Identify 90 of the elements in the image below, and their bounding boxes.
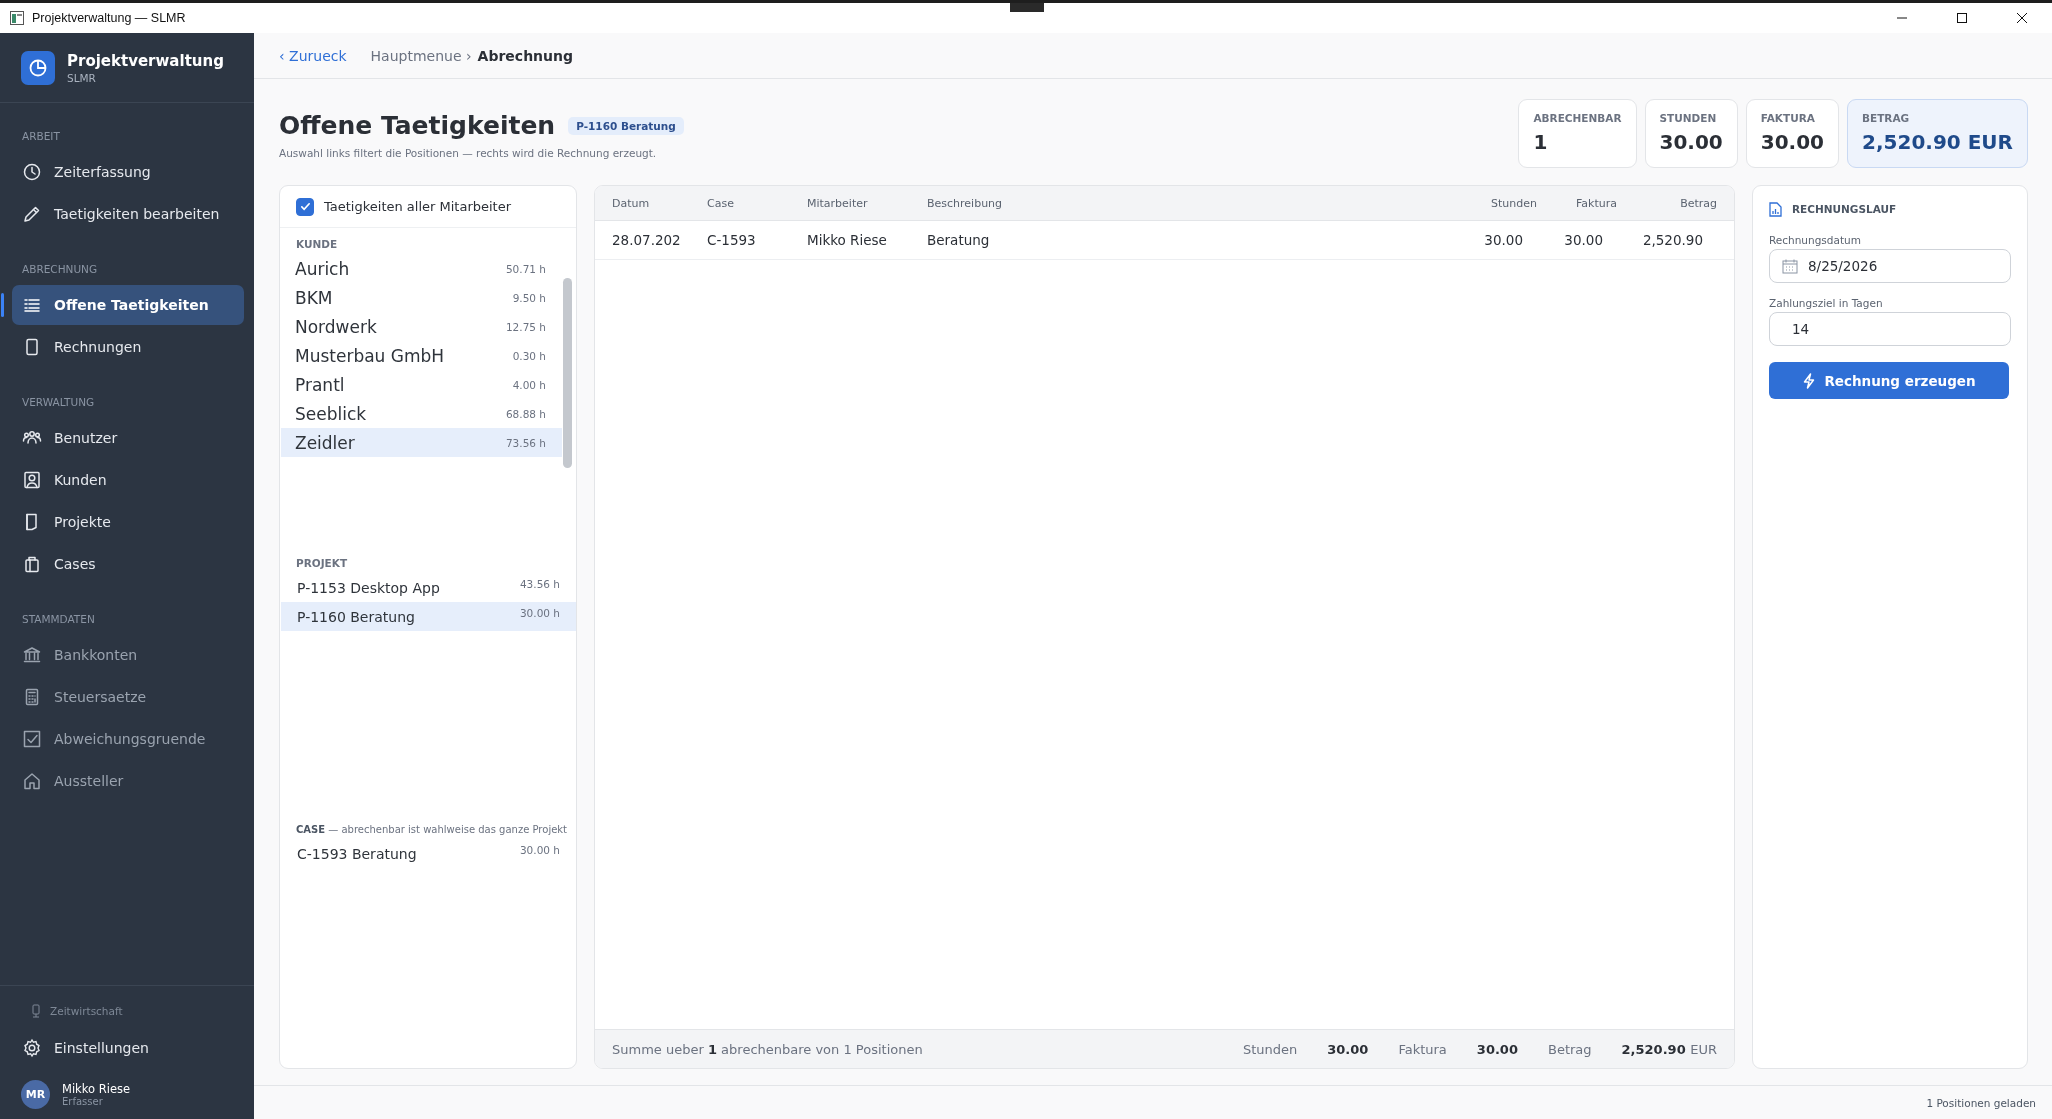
column-header[interactable]: Case [707, 196, 807, 210]
nav-item[interactable]: Zeiterfassung [12, 152, 244, 192]
field-label: Rechnungsdatum [1769, 234, 1862, 246]
customer-item[interactable]: Seeblick 68.88 h [281, 399, 562, 428]
app-subtitle: SLMR [67, 71, 97, 84]
settings-item[interactable]: Einstellungen [12, 1028, 244, 1068]
total-label: Faktura [1398, 1041, 1447, 1057]
checkmark-icon [299, 201, 311, 212]
section-label: KUNDE [295, 237, 339, 252]
nav-item[interactable]: Cases [12, 544, 244, 584]
checkbox-label[interactable]: Taetigkeiten aller Mitarbeiter [324, 199, 512, 214]
app-name: Projektverwaltung [67, 51, 224, 70]
user-role: Erfasser [62, 1096, 104, 1107]
column-header[interactable]: Beschreibung [927, 196, 1457, 210]
back-link[interactable]: ‹ Zurueck [279, 47, 347, 64]
total-value: 2,520.90 EUR [1621, 1041, 1717, 1057]
column-header[interactable]: Stunden [1457, 196, 1537, 210]
total-label: Stunden [1242, 1041, 1298, 1057]
section-label: STAMMDATEN [21, 612, 96, 627]
stat-card: ABRECHENBAR 1 [1518, 99, 1637, 168]
pencil-icon [22, 204, 42, 224]
breadcrumb-current: Abrechnung [477, 47, 574, 64]
column-header[interactable]: Faktura [1537, 196, 1617, 210]
project-badge: P-1160 Beratung [568, 116, 684, 135]
calendar-icon [1782, 258, 1798, 274]
total-value: 30.00 [1476, 1041, 1518, 1057]
bank-icon [22, 645, 42, 665]
table-cell-text: 30.00 [1563, 232, 1604, 248]
clock-icon [22, 162, 42, 182]
stat-card: FAKTURA 30.00 [1745, 99, 1840, 168]
window-icon [10, 11, 24, 25]
project-item[interactable]: P-1153 Desktop App 43.56 h [281, 573, 576, 602]
section-label: PROJEKT [295, 556, 349, 571]
project-item[interactable]: P-1160 Beratung 30.00 h [281, 602, 576, 631]
field-label: Zahlungsziel in Tagen [1769, 297, 1884, 309]
total-label: Betrag [1547, 1041, 1592, 1057]
drag-handle[interactable] [1010, 3, 1044, 12]
stat-card: STUNDEN 30.00 [1644, 99, 1738, 168]
user-name: Mikko Riese [62, 1082, 131, 1096]
table-cell-text: 28.07.202 [612, 232, 682, 248]
customer-item[interactable]: BKM 9.50 h [281, 283, 562, 312]
nav-item[interactable]: Taetigkeiten bearbeiten [12, 194, 244, 234]
nav-item[interactable]: Projekte [12, 502, 244, 542]
lightning-icon [1802, 372, 1817, 389]
checkmark-icon [22, 729, 42, 749]
date-field[interactable]: 8/25/2026 [1769, 249, 2011, 283]
nav-item[interactable]: Rechnungen [12, 327, 244, 367]
footer-label: Zeitwirtschaft [50, 1005, 123, 1017]
customer-item[interactable]: Nordwerk 12.75 h [281, 312, 562, 341]
table-cell-text: C-1593 [707, 232, 757, 248]
table-cell-text: Beratung [927, 232, 991, 248]
customer-item[interactable]: Aurich 50.71 h [281, 254, 562, 283]
customer-item[interactable]: Prantl 4.00 h [281, 370, 562, 399]
section-label: VERWALTUNG [21, 395, 96, 410]
device-icon [30, 1004, 42, 1018]
person-icon [22, 470, 42, 490]
stat-card: BETRAG 2,520.90 EUR [1847, 99, 2028, 168]
panel-heading: RECHNUNGSLAUF [1792, 203, 1897, 215]
nav-item[interactable]: Benutzer [12, 418, 244, 458]
column-header[interactable]: Mitarbeiter [807, 196, 927, 210]
column-header[interactable]: Datum [612, 196, 707, 210]
house-icon [22, 771, 42, 791]
bag-icon [22, 554, 42, 574]
close-icon [2016, 12, 2028, 24]
section-label: ABRECHNUNG [21, 262, 99, 277]
breadcrumb-link[interactable]: Hauptmenue › [370, 47, 472, 64]
app-logo [21, 50, 55, 85]
maximize-icon [1956, 12, 1968, 24]
user-avatar: MR [21, 1080, 50, 1109]
nav-item[interactable]: Kunden [12, 460, 244, 500]
generate-button[interactable]: Rechnung erzeugen [1769, 362, 2009, 399]
scrollbar[interactable] [563, 278, 572, 468]
table-cell-text: 30.00 [1483, 232, 1524, 248]
column-header[interactable]: Betrag [1617, 196, 1717, 210]
case-item[interactable]: C-1593 Beratung 30.00 h [281, 839, 576, 868]
total-value: 30.00 [1327, 1041, 1369, 1057]
summary-text: Summe ueber 1 abrechenbare von 1 Positionen [612, 1041, 924, 1057]
customer-item[interactable]: Musterbau GmbH 0.30 h [281, 341, 562, 370]
document-chart-icon [1769, 201, 1782, 217]
page-title: Offene Taetigkeiten [279, 111, 556, 140]
table-cell-text: Mikko Riese [807, 232, 888, 248]
checkbox[interactable] [296, 197, 314, 216]
settings-icon [22, 1038, 42, 1058]
window-title: Projektverwaltung — SLMR [32, 11, 187, 25]
input-field[interactable]: 14 [1769, 312, 2011, 346]
section-label: CASE — abrechenbar ist wahlweise das ganze Projekt [295, 823, 569, 837]
page-subtitle: Auswahl links filtert die Positionen — rechts wird die Rechnung erzeugt. [279, 147, 658, 159]
customer-item[interactable]: Zeidler 73.56 h [281, 428, 562, 457]
section-label: ARBEIT [21, 129, 61, 144]
table-cell-text: 2,520.90 [1641, 232, 1704, 248]
